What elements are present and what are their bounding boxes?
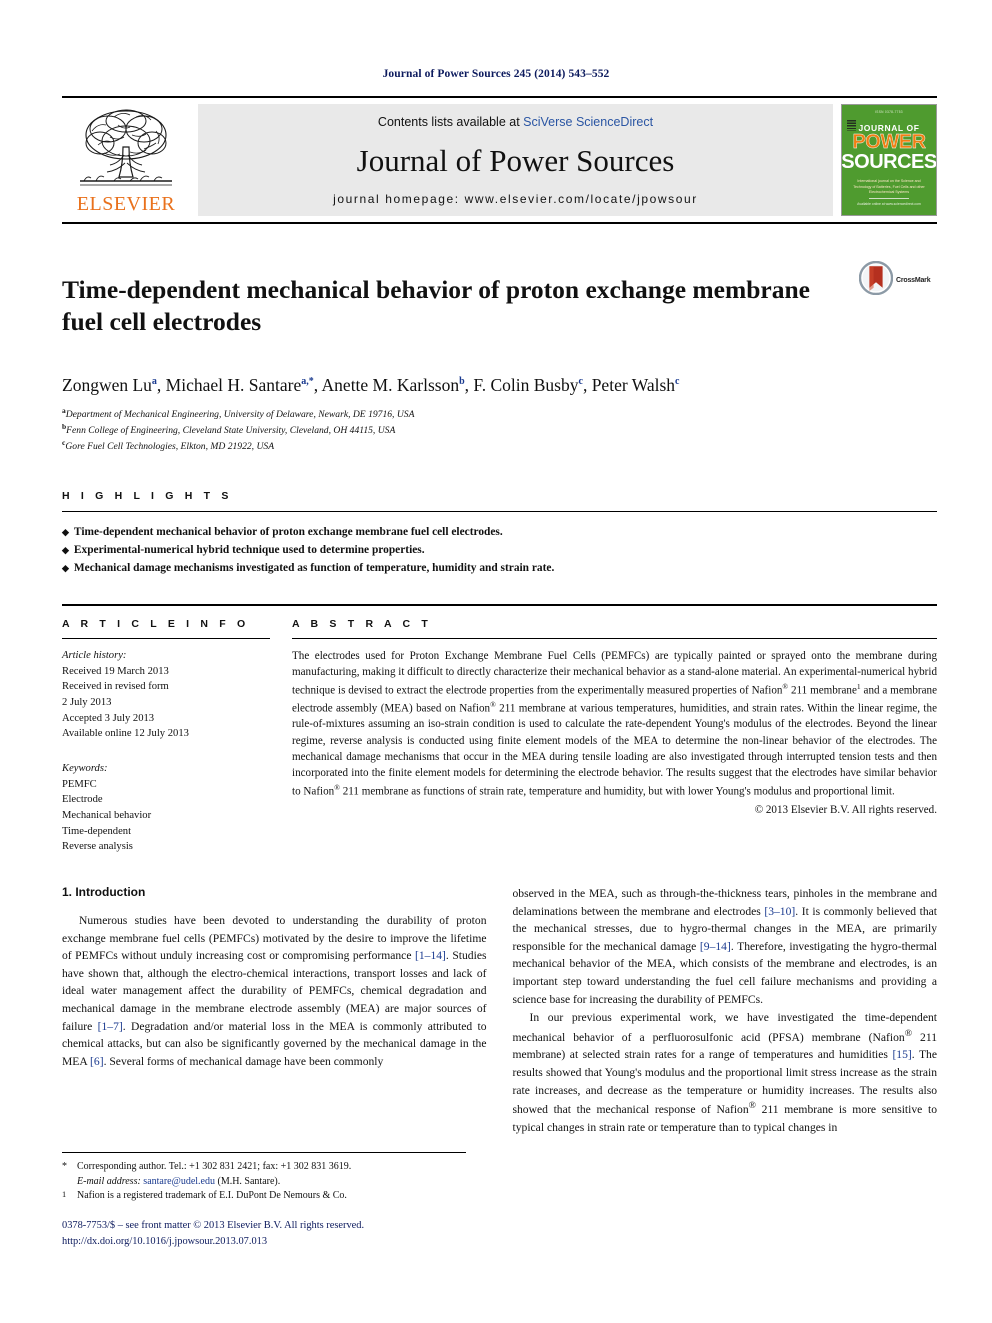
footnotes-block: * Corresponding author. Tel.: +1 302 831…	[62, 1152, 466, 1207]
highlight-text: Mechanical damage mechanisms investigate…	[73, 562, 555, 575]
info-abstract-section: A R T I C L E I N F O Article history: R…	[62, 603, 937, 855]
elsevier-tree-icon	[74, 105, 178, 193]
footnote-text: Corresponding author. Tel.: +1 302 831 2…	[77, 1161, 352, 1187]
footnote-mark: 1	[62, 1190, 67, 1199]
history-line: Received 19 March 2013	[62, 665, 169, 677]
list-item: ◆ Time-dependent mechanical behavior of p…	[62, 523, 937, 541]
elsevier-logo: ELSEVIER	[62, 104, 190, 216]
list-item: ◆ Experimental-numerical hybrid technique…	[62, 541, 937, 559]
highlight-text: Time-dependent mechanical behavior of pr…	[73, 525, 503, 538]
cover-sources-word: SOURCES	[841, 150, 937, 173]
bullet-icon: ◆	[62, 563, 69, 574]
abstract-text: The electrodes used for Proton Exchange …	[292, 649, 938, 798]
footnote-text: Nafion is a registered trademark of E.I.…	[77, 1190, 347, 1201]
cover-issn-label: ISSN 0378-7753	[875, 109, 903, 114]
highlights-list: ◆ Time-dependent mechanical behavior of p…	[62, 510, 937, 578]
affiliation-item: cGore Fuel Cell Technologies, Elkton, MD…	[62, 438, 937, 454]
article-info-heading: A R T I C L E I N F O	[62, 617, 250, 630]
body-columns: 1. Introduction Numerous studies have be…	[62, 885, 937, 1137]
history-line: Available online 12 July 2013	[62, 728, 189, 740]
paragraph: observed in the MEA, such as through-the…	[512, 886, 938, 1006]
journal-homepage-link[interactable]: journal homepage: www.elsevier.com/locat…	[333, 192, 698, 206]
crossmark-label: CrossMark	[896, 277, 931, 284]
highlights-section: H I G H L I G H T S ◆ Time-dependent mech…	[62, 490, 937, 578]
cover-elsevier-icon	[847, 120, 856, 131]
contents-available-line: Contents lists available at SciVerse Sci…	[378, 115, 653, 129]
elsevier-wordmark: ELSEVIER	[76, 193, 176, 215]
keyword-item: Electrode	[62, 794, 103, 806]
running-head: Journal of Power Sources 245 (2014) 543–…	[382, 68, 610, 80]
keywords-label: Keywords:	[62, 762, 108, 774]
highlight-text: Experimental-numerical hybrid technique …	[73, 543, 425, 556]
highlights-heading: H I G H L I G H T S	[62, 489, 233, 502]
cover-footer: Available online at www.sciencedirect.co…	[842, 197, 936, 207]
keyword-item: Time-dependent	[62, 825, 132, 837]
crossmark-icon	[858, 260, 894, 300]
issn-frontmatter-line: 0378-7753/$ – see front matter © 2013 El…	[62, 1220, 365, 1231]
abstract-copyright: © 2013 Elsevier B.V. All rights reserved…	[754, 803, 937, 816]
article-history-block: Article history: Received 19 March 2013 …	[62, 648, 270, 742]
keyword-item: PEMFC	[62, 778, 97, 790]
affiliation-list: aDepartment of Mechanical Engineering, U…	[62, 406, 937, 453]
journal-title: Journal of Power Sources	[356, 143, 675, 178]
article-page: Journal of Power Sources 245 (2014) 543–…	[0, 0, 992, 1323]
article-info-column: A R T I C L E I N F O Article history: R…	[62, 618, 292, 855]
affiliation-item: bFenn College of Engineering, Cleveland …	[62, 422, 937, 438]
page-title: Time-dependent mechanical behavior of pr…	[62, 275, 810, 336]
keyword-item: Reverse analysis	[62, 841, 133, 853]
list-item: ◆ Mechanical damage mechanisms investigat…	[62, 559, 937, 577]
body-column-right: observed in the MEA, such as through-the…	[513, 885, 938, 1137]
footnote-item: * Corresponding author. Tel.: +1 302 831…	[62, 1160, 466, 1189]
affiliation-text: Fenn College of Engineering, Cleveland S…	[66, 425, 396, 437]
footnote-mark: *	[62, 1161, 67, 1172]
contents-prefix: Contents lists available at	[377, 115, 524, 129]
article-history-label: Article history:	[62, 649, 127, 661]
cover-footer-text: Available online at www.sciencedirect.co…	[857, 201, 921, 206]
divider	[292, 637, 937, 639]
journal-masthead: ELSEVIER Contents lists available at Sci…	[62, 96, 937, 224]
body-column-left: 1. Introduction Numerous studies have be…	[62, 885, 487, 1137]
sciencedirect-link[interactable]: SciVerse ScienceDirect	[523, 115, 653, 129]
affiliation-text: Gore Fuel Cell Technologies, Elkton, MD …	[65, 440, 275, 452]
affiliation-item: aDepartment of Mechanical Engineering, U…	[62, 406, 937, 422]
divider	[62, 637, 270, 639]
history-line: Accepted 3 July 2013	[62, 712, 155, 724]
title-block: Time-dependent mechanical behavior of pr…	[62, 257, 937, 354]
paragraph: Numerous studies have been devoted to un…	[62, 913, 487, 1068]
bullet-icon: ◆	[62, 526, 69, 537]
abstract-column: A B S T R A C T The electrodes used for …	[292, 618, 937, 855]
cover-power-word: POWER	[852, 131, 926, 153]
keyword-item: Mechanical behavior	[62, 809, 152, 821]
paragraph: In our previous experimental work, we ha…	[512, 1011, 938, 1134]
section-heading-introduction: 1. Introduction	[62, 884, 146, 899]
abstract-heading: A B S T R A C T	[292, 617, 432, 630]
bullet-icon: ◆	[62, 544, 69, 555]
keywords-block: Keywords: PEMFC Electrode Mechanical beh…	[62, 761, 270, 855]
crossmark-badge[interactable]: CrossMark	[858, 257, 937, 300]
journal-cover-thumbnail: ISSN 0378-7753 JOURNAL OF POWER SOURCES …	[841, 104, 937, 216]
author-list: Zongwen Lua, Michael H. Santarea,*, Anet…	[62, 375, 680, 396]
masthead-banner: Contents lists available at SciVerse Sci…	[198, 104, 833, 216]
imprint-block: 0378-7753/$ – see front matter © 2013 El…	[62, 1218, 482, 1249]
cover-blurb: International journal on the Science and…	[853, 179, 925, 194]
history-line: 2 July 2013	[62, 696, 112, 708]
cover-footer-rule	[869, 197, 909, 199]
history-line: Received in revised form	[62, 681, 169, 693]
footnote-item: 1 Nafion is a registered trademark of E.…	[62, 1189, 466, 1207]
doi-link[interactable]: http://dx.doi.org/10.1016/j.jpowsour.201…	[62, 1234, 482, 1250]
affiliation-text: Department of Mechanical Engineering, Un…	[65, 409, 415, 421]
